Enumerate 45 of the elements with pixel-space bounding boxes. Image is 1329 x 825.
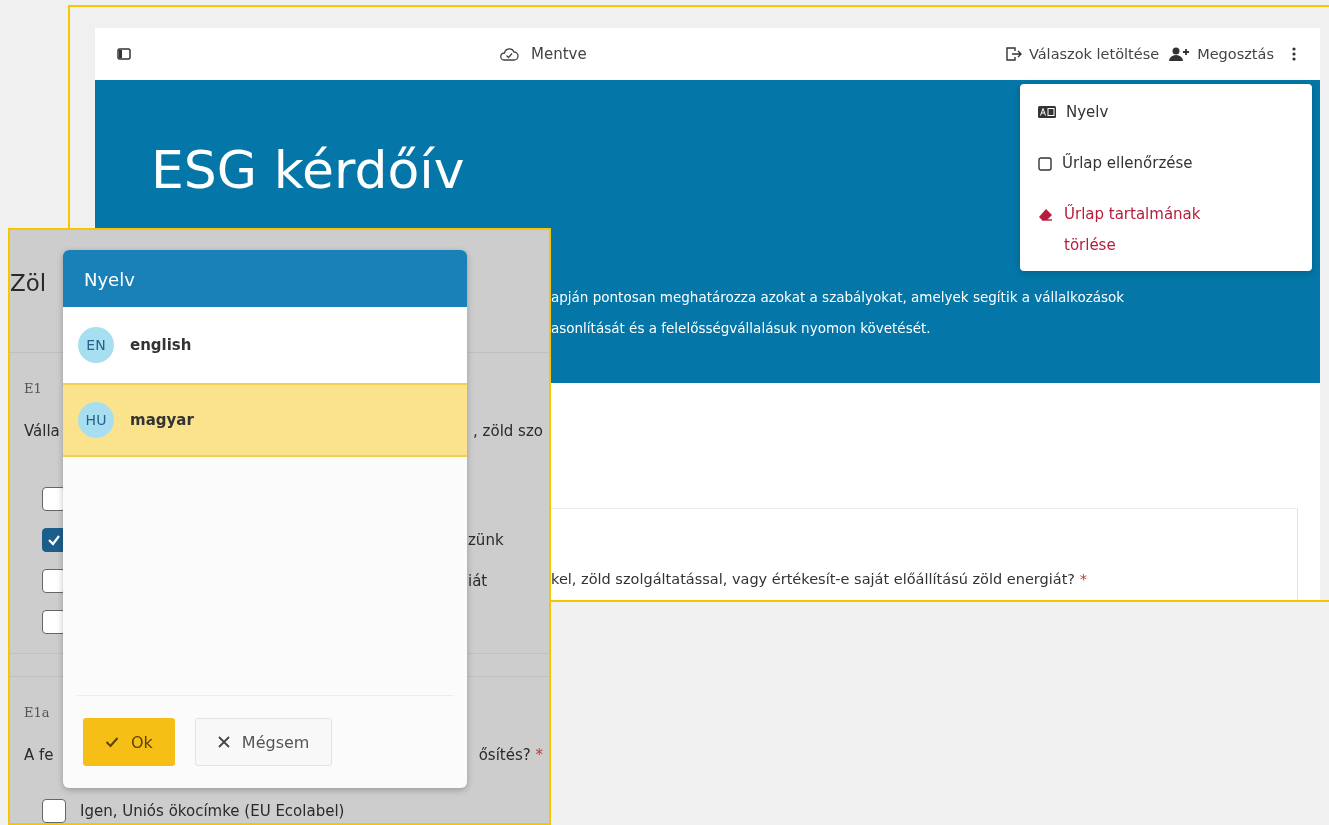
cloud-check-icon: [499, 47, 519, 61]
language-avatar: EN: [78, 327, 114, 363]
check-icon: [105, 736, 119, 748]
option-label: iát: [468, 572, 488, 590]
add-user-icon: [1169, 47, 1192, 61]
download-responses-button[interactable]: Válaszok letöltése: [1002, 44, 1162, 64]
saved-status: Mentve: [531, 45, 587, 63]
description-text: apján pontosan meghatározza azokat a szabályokat, amelyek segítik a vállalkozások: [551, 288, 1125, 307]
menu-item[interactable]: Űrlap tartalmának törlése: [1020, 189, 1312, 271]
cancel-button[interactable]: Mégsem: [194, 718, 333, 766]
id-card-icon: [1038, 106, 1056, 118]
required-mark: *: [535, 746, 543, 764]
section-heading: Zöl: [10, 269, 47, 298]
eraser-icon: [1038, 208, 1054, 222]
question-text: kel, zöld szolgáltatással, vagy értékesít-e saját előállítású zöld energiát? *: [551, 571, 1088, 587]
file-export-icon: [1004, 46, 1023, 62]
more-options-icon[interactable]: [1292, 47, 1296, 61]
question-text: ősítés? *: [478, 746, 543, 764]
check-icon: [47, 534, 61, 546]
checkbox-icon: [1038, 157, 1052, 171]
sidebar-toggle-icon[interactable]: [117, 48, 131, 60]
question-text: , zöld szo: [473, 422, 543, 440]
menu-item[interactable]: Űrlap ellenőrzése: [1020, 138, 1312, 189]
dialog-title: Nyelv: [63, 250, 467, 307]
menu-item[interactable]: Nyelv: [1020, 87, 1312, 138]
checkbox[interactable]: [42, 799, 66, 823]
language-option[interactable]: EN english: [63, 307, 467, 383]
checkbox[interactable]: [42, 610, 66, 634]
close-icon: [217, 736, 230, 748]
form-title: ESG kérdőív: [151, 139, 465, 202]
question-text: Válla: [24, 422, 60, 440]
required-mark: *: [1079, 571, 1087, 587]
description-text: asonlítását és a felelősségvállalásuk nyomon követését.: [551, 319, 931, 338]
option-label: Igen, Uniós ökocímke (EU Ecolabel): [80, 802, 345, 820]
question-code: E1: [24, 381, 43, 396]
checkbox[interactable]: [42, 569, 66, 593]
question-text: A fe: [24, 746, 54, 764]
question-code: E1a: [24, 705, 51, 720]
option-label: zünk: [468, 531, 504, 549]
ok-button[interactable]: Ok: [83, 718, 175, 766]
checkbox[interactable]: [42, 528, 66, 552]
language-avatar: HU: [78, 402, 114, 438]
language-option[interactable]: HU magyar: [63, 383, 467, 457]
share-button[interactable]: Megosztás: [1167, 44, 1276, 64]
checkbox[interactable]: [42, 487, 66, 511]
